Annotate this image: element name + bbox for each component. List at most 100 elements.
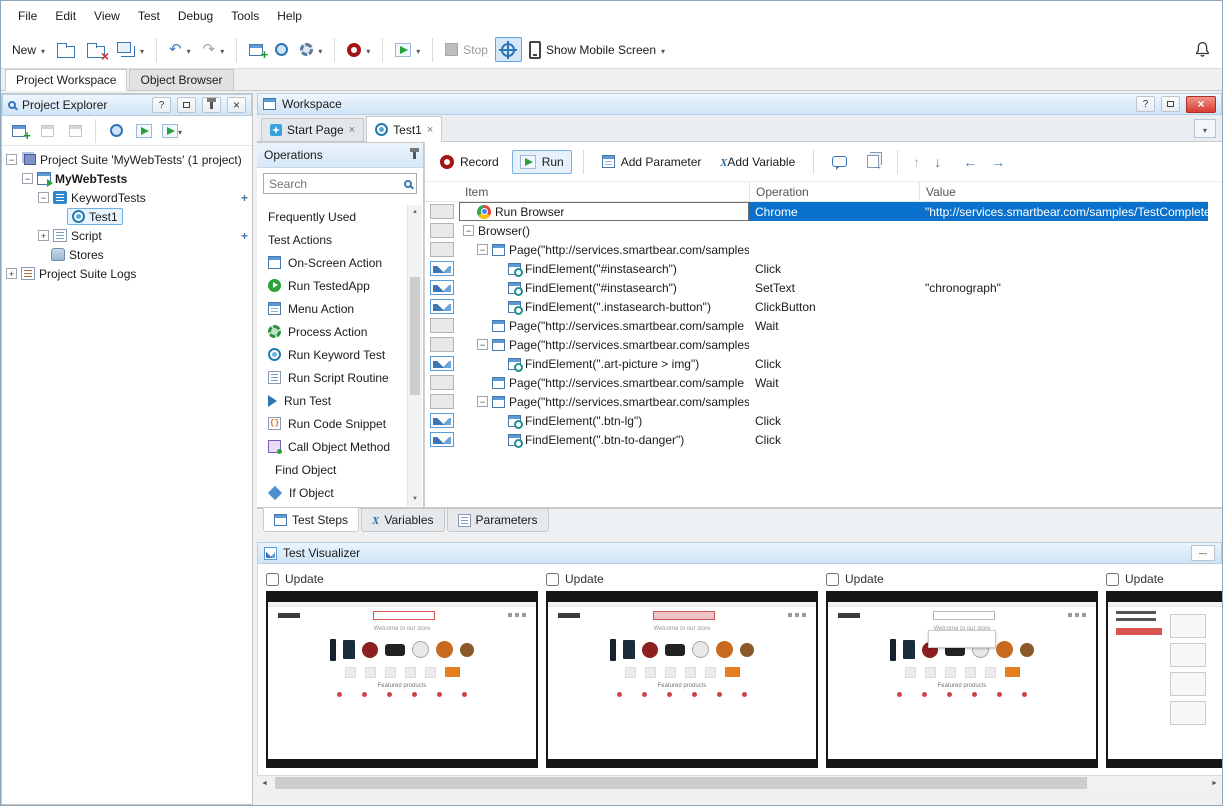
- update-checkbox[interactable]: [826, 573, 839, 586]
- run-project-suite-button[interactable]: [159, 119, 185, 143]
- record-test-button[interactable]: [342, 40, 375, 60]
- step-value-cell[interactable]: [919, 430, 1208, 449]
- restore-button[interactable]: [177, 97, 196, 113]
- table-row-findelement[interactable]: FindElement(".btn-lg") Click: [425, 411, 1208, 430]
- table-row-findelement[interactable]: FindElement("#instasearch") SetText "chr…: [425, 278, 1208, 297]
- open-project-button[interactable]: [52, 39, 80, 61]
- step-image-icon[interactable]: [430, 432, 454, 447]
- edit-code-button[interactable]: [103, 119, 129, 143]
- help-button[interactable]: [1136, 96, 1155, 112]
- tree-item-stores[interactable]: Stores: [2, 245, 252, 264]
- update-checkbox[interactable]: [266, 573, 279, 586]
- update-checkbox[interactable]: [1106, 573, 1119, 586]
- step-operation-cell[interactable]: [749, 240, 919, 259]
- step-operation-cell[interactable]: Click: [749, 259, 919, 278]
- scrollbar-thumb[interactable]: [410, 277, 420, 395]
- operations-group[interactable]: Test Actions: [258, 228, 407, 251]
- menu-help[interactable]: Help: [268, 5, 311, 27]
- step-value-cell[interactable]: [919, 259, 1208, 278]
- tab-parameters[interactable]: Parameters: [447, 509, 549, 532]
- step-image-icon[interactable]: [430, 280, 454, 295]
- step-image-icon[interactable]: [430, 299, 454, 314]
- operation-call-object-method[interactable]: Call Object Method: [258, 435, 407, 458]
- collapse-icon[interactable]: [477, 244, 488, 255]
- item-column-header[interactable]: Item: [459, 182, 749, 201]
- step-item-cell[interactable]: Page("http://services.smartbear.com/samp…: [459, 316, 749, 335]
- scroll-right-icon[interactable]: ►: [1207, 776, 1222, 790]
- step-value-cell[interactable]: [919, 240, 1208, 259]
- operation-run-test[interactable]: Run Test: [258, 389, 407, 412]
- step-operation-cell[interactable]: SetText: [749, 278, 919, 297]
- table-row-browser[interactable]: Browser(): [425, 221, 1208, 240]
- add-variable-button[interactable]: Add Variable: [714, 151, 802, 173]
- step-value-cell[interactable]: [919, 411, 1208, 430]
- table-row-findelement[interactable]: FindElement(".instasearch-button") Click…: [425, 297, 1208, 316]
- step-operation-cell[interactable]: [749, 221, 919, 240]
- menu-test[interactable]: Test: [129, 5, 169, 27]
- menu-file[interactable]: File: [9, 5, 46, 27]
- scrollbar-thumb[interactable]: [275, 777, 1087, 789]
- notifications-button[interactable]: [1189, 38, 1216, 61]
- table-row-findelement[interactable]: FindElement(".btn-to-danger") Click: [425, 430, 1208, 449]
- table-row-page[interactable]: Page("http://services.smartbear.com/samp…: [425, 316, 1208, 335]
- options-button[interactable]: [295, 40, 327, 60]
- step-operation-cell[interactable]: Click: [749, 354, 919, 373]
- tab-list-dropdown-button[interactable]: [1194, 119, 1216, 138]
- search-input[interactable]: [264, 177, 404, 191]
- scroll-down-icon[interactable]: ▼: [408, 492, 422, 506]
- mobile-spy-toggle-button[interactable]: [495, 37, 522, 62]
- close-project-button[interactable]: [82, 39, 110, 61]
- record-button[interactable]: Record: [433, 151, 506, 173]
- operations-group[interactable]: Frequently Used: [258, 205, 407, 228]
- close-tab-icon[interactable]: [349, 124, 355, 136]
- description-button[interactable]: [825, 152, 854, 171]
- thumbnail-image[interactable]: Welcome to our store Featured products: [546, 591, 818, 768]
- pin-button[interactable]: [202, 97, 221, 113]
- expand-icon[interactable]: [38, 230, 49, 241]
- add-script-button[interactable]: +: [241, 229, 248, 243]
- close-tab-icon[interactable]: [427, 124, 433, 136]
- step-item-cell[interactable]: Page("http://services.smartbear.com/samp…: [459, 373, 749, 392]
- run-test-button[interactable]: [390, 40, 425, 60]
- add-project-item-button[interactable]: [6, 119, 32, 143]
- value-column-header[interactable]: Value: [919, 182, 1208, 201]
- open-item-button[interactable]: [62, 119, 88, 143]
- step-image-icon[interactable]: [430, 261, 454, 276]
- pin-icon[interactable]: [413, 151, 416, 159]
- copy-step-button[interactable]: [860, 151, 886, 172]
- redo-button[interactable]: ↷: [198, 39, 230, 60]
- add-keyword-test-button[interactable]: +: [241, 191, 248, 205]
- table-row-findelement[interactable]: FindElement(".art-picture > img") Click: [425, 354, 1208, 373]
- table-row-run-browser[interactable]: Run Browser Chrome "http://services.smar…: [425, 202, 1208, 221]
- object-spy-button[interactable]: [270, 40, 293, 59]
- step-image-icon[interactable]: [430, 356, 454, 371]
- operation-image-based-action[interactable]: Image Based Action: [258, 504, 407, 506]
- operation-menu-action[interactable]: Menu Action: [258, 297, 407, 320]
- tree-item-script[interactable]: Script +: [2, 226, 252, 245]
- step-item-cell[interactable]: FindElement(".btn-to-danger"): [459, 430, 749, 449]
- scroll-left-icon[interactable]: ◄: [257, 776, 272, 790]
- step-operation-cell[interactable]: Click: [749, 430, 919, 449]
- operation-onscreen-action[interactable]: On-Screen Action: [258, 251, 407, 274]
- table-row-findelement[interactable]: FindElement("#instasearch") Click: [425, 259, 1208, 278]
- move-left-button[interactable]: ←: [959, 152, 981, 172]
- tree-item-project[interactable]: MyWebTests: [2, 169, 252, 188]
- update-checkbox[interactable]: [546, 573, 559, 586]
- step-item-cell[interactable]: Page("http://services.smartbear.com/samp…: [459, 392, 749, 411]
- new-item-button[interactable]: [34, 119, 60, 143]
- move-right-button[interactable]: →: [987, 152, 1009, 172]
- step-image-icon[interactable]: [430, 413, 454, 428]
- operation-find-object[interactable]: Find Object: [258, 458, 407, 481]
- operations-scrollbar[interactable]: ▲ ▼: [407, 205, 422, 506]
- tree-item-keywordtests[interactable]: KeywordTests +: [2, 188, 252, 207]
- thumbnail-image[interactable]: Welcome to our store Featured products: [266, 591, 538, 768]
- step-operation-cell[interactable]: Wait: [749, 373, 919, 392]
- thumbnail-image[interactable]: Welcome to our store Featured products: [826, 591, 1098, 768]
- step-item-cell[interactable]: FindElement(".instasearch-button"): [459, 297, 749, 316]
- step-value-cell[interactable]: "chronograph": [919, 278, 1208, 297]
- stop-button[interactable]: Stop: [440, 40, 493, 60]
- tab-test-steps[interactable]: Test Steps: [263, 508, 359, 532]
- visualizer-scrollbar[interactable]: ◄ ►: [257, 775, 1222, 790]
- save-all-button[interactable]: [112, 39, 149, 60]
- menu-tools[interactable]: Tools: [222, 5, 268, 27]
